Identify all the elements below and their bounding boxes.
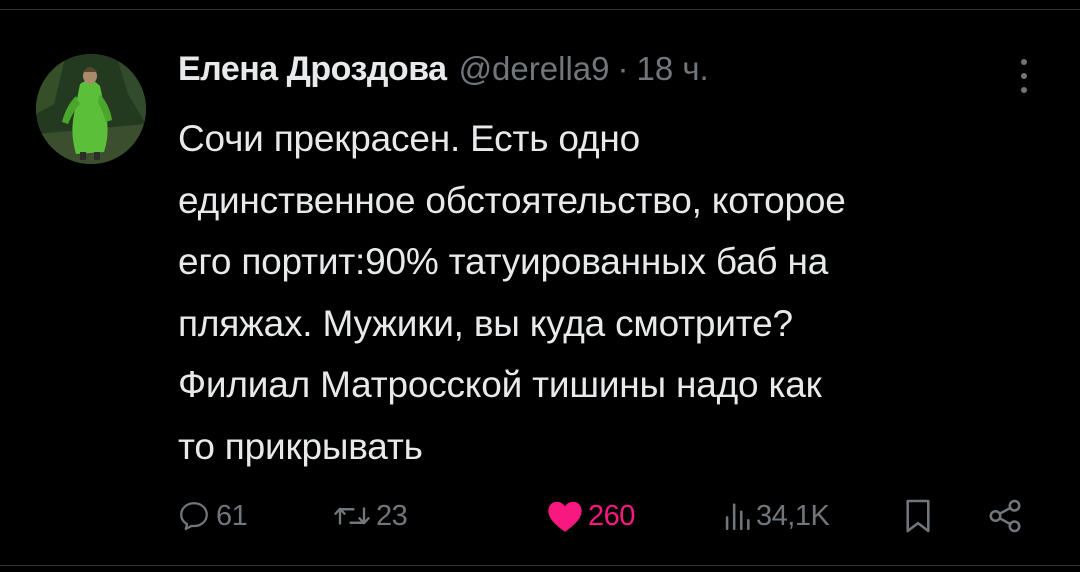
- views-count: 34,1K: [756, 499, 830, 532]
- separator-dot: ·: [617, 50, 629, 87]
- heart-icon: [548, 501, 582, 532]
- reply-count: 61: [216, 499, 248, 532]
- timestamp[interactable]: 18 ч.: [636, 50, 708, 88]
- bookmark-button[interactable]: [903, 494, 933, 538]
- reply-icon: [180, 502, 208, 531]
- retweet-button[interactable]: 23: [332, 494, 408, 538]
- author-name[interactable]: Елена Дроздова: [178, 50, 447, 89]
- bottom-divider: [0, 565, 1080, 566]
- views-icon: [725, 503, 750, 531]
- top-divider: [0, 9, 1080, 10]
- views-button[interactable]: 34,1K: [722, 494, 830, 538]
- bookmark-icon: [906, 499, 930, 533]
- retweet-count: 23: [376, 499, 408, 532]
- avatar[interactable]: [36, 54, 146, 164]
- like-button[interactable]: 260: [546, 494, 635, 538]
- more-icon: [1021, 59, 1027, 93]
- action-bar: 61 23 260 34,1K: [176, 494, 1026, 538]
- share-icon: [989, 499, 1021, 533]
- tweet-header: Елена Дроздова @derella9 · 18 ч.: [178, 50, 709, 96]
- avatar-image: [36, 54, 146, 164]
- tweet-text: Сочи прекрасен. Есть одно единственное о…: [178, 118, 846, 467]
- like-count: 260: [588, 499, 635, 532]
- author-handle[interactable]: @derella9: [459, 50, 610, 88]
- retweet-icon: [334, 507, 370, 525]
- share-button[interactable]: [986, 494, 1024, 538]
- reply-button[interactable]: 61: [176, 494, 248, 538]
- more-button[interactable]: [1009, 56, 1039, 96]
